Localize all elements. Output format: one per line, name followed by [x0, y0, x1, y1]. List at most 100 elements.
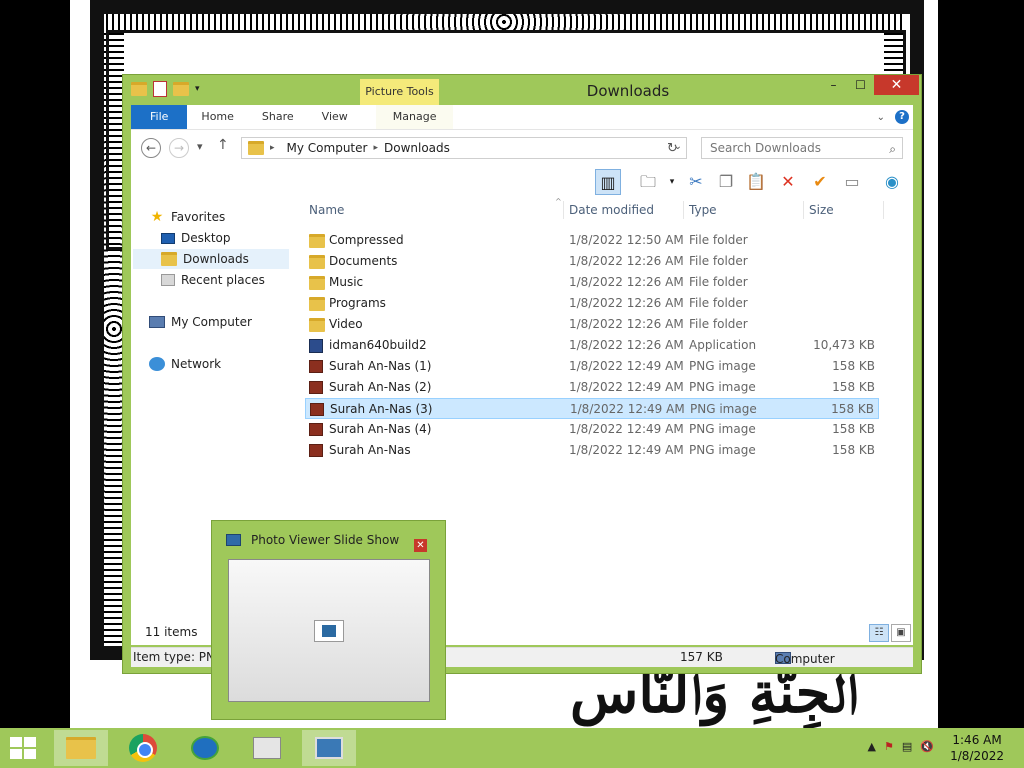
action-center-flag-icon[interactable]: ⚑: [884, 740, 894, 753]
options-chevron-icon[interactable]: ▾: [659, 169, 685, 195]
folder-options-icon[interactable]: 🗀: [635, 169, 661, 195]
recent-locations-chevron-icon[interactable]: ▾: [197, 140, 203, 153]
file-date: 1/8/2022 12:49 AM: [570, 402, 685, 416]
nav-item-favorites[interactable]: ★ Favorites: [149, 207, 226, 227]
recent-places-icon: [161, 274, 175, 286]
close-button[interactable]: ✕: [874, 75, 919, 95]
file-row[interactable]: idman640build2 1/8/2022 12:26 AM Applicati…: [305, 335, 879, 356]
help-icon[interactable]: ?: [895, 110, 909, 124]
file-row[interactable]: Programs 1/8/2022 12:26 AM File folder: [305, 293, 879, 314]
nav-label: Favorites: [171, 210, 226, 224]
large-icons-view-icon[interactable]: ▣: [891, 624, 911, 642]
cut-icon[interactable]: ✂: [683, 169, 709, 195]
tab-home[interactable]: Home: [187, 105, 247, 129]
tab-share[interactable]: Share: [248, 105, 308, 129]
nav-item-my-computer[interactable]: My Computer: [149, 312, 252, 332]
file-type: PNG image: [689, 380, 756, 394]
search-input[interactable]: Search Downloads ⌕: [701, 137, 903, 159]
up-arrow-icon[interactable]: ↑: [217, 137, 229, 153]
breadcrumb-my-computer[interactable]: My Computer: [281, 141, 374, 155]
application-icon: [309, 339, 323, 356]
volume-muted-icon[interactable]: 🔇: [920, 740, 934, 753]
column-header-date[interactable]: Date modified: [569, 203, 654, 217]
forward-button[interactable]: →: [169, 138, 189, 158]
file-size: 158 KB: [831, 402, 874, 416]
nav-item-desktop[interactable]: Desktop: [161, 228, 231, 248]
column-divider[interactable]: [883, 201, 884, 219]
file-type: PNG image: [689, 443, 756, 457]
file-row[interactable]: Surah An-Nas (3) 1/8/2022 12:49 AM PNG ima…: [305, 398, 879, 419]
details-view-icon[interactable]: ☷: [869, 624, 889, 642]
file-row[interactable]: Documents 1/8/2022 12:26 AM File folder: [305, 251, 879, 272]
delete-icon[interactable]: ✕: [775, 169, 801, 195]
search-placeholder: Search Downloads: [710, 141, 821, 155]
search-icon[interactable]: ⌕: [889, 139, 896, 159]
breadcrumb-downloads[interactable]: Downloads: [378, 141, 456, 155]
address-field[interactable]: ▸ My Computer ▸ Downloads ⌄: [241, 137, 687, 159]
checkmark-icon[interactable]: ✔: [807, 169, 833, 195]
file-date: 1/8/2022 12:49 AM: [569, 359, 684, 373]
desktop-icon: [161, 232, 175, 244]
column-divider[interactable]: [563, 201, 564, 219]
expand-ribbon-chevron-icon[interactable]: ⌄: [877, 112, 885, 123]
show-hidden-icons-icon[interactable]: ▲: [868, 740, 876, 753]
nav-item-downloads[interactable]: Downloads: [133, 249, 289, 269]
file-explorer-icon: [66, 737, 96, 759]
file-row[interactable]: Compressed 1/8/2022 12:50 AM File folder: [305, 230, 879, 251]
column-header-type[interactable]: Type: [689, 203, 717, 217]
photo-viewer-close-button[interactable]: ✕: [414, 539, 427, 552]
taskbar-download-manager[interactable]: [178, 730, 232, 766]
file-name: Compressed: [329, 233, 404, 247]
taskbar-photo-viewer[interactable]: [302, 730, 356, 766]
network-status-icon[interactable]: ▤: [902, 740, 912, 753]
photo-viewer-title-bar[interactable]: Photo Viewer Slide Show: [226, 533, 399, 547]
rename-icon[interactable]: ▭: [839, 169, 865, 195]
image-icon: [226, 534, 241, 546]
title-bar[interactable]: ▾ Picture Tools Downloads – ☐ ✕: [123, 75, 921, 105]
copy-icon[interactable]: ❐: [713, 169, 739, 195]
globe-icon[interactable]: ◉: [879, 169, 905, 195]
nav-label: My Computer: [171, 315, 252, 329]
start-button[interactable]: [10, 737, 38, 759]
column-header-size[interactable]: Size: [809, 203, 834, 217]
file-name: Surah An-Nas (4): [329, 422, 432, 436]
file-row[interactable]: Surah An-Nas 1/8/2022 12:49 AM PNG image 15…: [305, 440, 879, 461]
png-image-icon: [309, 381, 323, 397]
file-type: PNG image: [689, 359, 756, 373]
column-divider[interactable]: [683, 201, 684, 219]
taskbar-chrome[interactable]: [116, 730, 170, 766]
file-row[interactable]: Surah An-Nas (1) 1/8/2022 12:49 AM PNG ima…: [305, 356, 879, 377]
network-icon: [149, 357, 165, 371]
paste-icon[interactable]: 📋: [743, 169, 769, 195]
nav-item-network[interactable]: Network: [149, 354, 221, 374]
back-button[interactable]: ←: [141, 138, 161, 158]
taskbar-file-explorer[interactable]: [54, 730, 108, 766]
column-divider[interactable]: [803, 201, 804, 219]
minimize-button[interactable]: –: [820, 75, 847, 95]
photo-viewer-icon: [315, 737, 343, 759]
column-header-name[interactable]: Name: [309, 203, 344, 217]
computer-icon: [149, 316, 165, 328]
tab-file[interactable]: File: [131, 105, 188, 129]
png-image-icon: [309, 444, 323, 460]
taskbar-photo-app[interactable]: [240, 730, 294, 766]
file-row[interactable]: Music 1/8/2022 12:26 AM File folder: [305, 272, 879, 293]
tab-view[interactable]: View: [308, 105, 362, 129]
file-name: Documents: [329, 254, 398, 268]
refresh-icon[interactable]: ↻: [667, 141, 678, 156]
photo-viewer-window[interactable]: Photo Viewer Slide Show ✕: [211, 520, 446, 720]
file-date: 1/8/2022 12:49 AM: [569, 380, 684, 394]
preview-pane-icon[interactable]: ▥: [595, 169, 621, 195]
clock[interactable]: 1:46 AM 1/8/2022: [950, 732, 1004, 764]
maximize-button[interactable]: ☐: [847, 75, 874, 95]
file-row[interactable]: Surah An-Nas (2) 1/8/2022 12:49 AM PNG ima…: [305, 377, 879, 398]
breadcrumb-chevron-icon[interactable]: ▸: [264, 143, 281, 153]
png-image-icon: [310, 403, 324, 419]
tab-manage[interactable]: Manage: [375, 105, 454, 129]
file-name: Programs: [329, 296, 386, 310]
nav-item-recent-places[interactable]: Recent places: [161, 270, 265, 290]
file-row[interactable]: Surah An-Nas (4) 1/8/2022 12:49 AM PNG ima…: [305, 419, 879, 440]
file-row[interactable]: Video 1/8/2022 12:26 AM File folder: [305, 314, 879, 335]
png-image-icon: [309, 423, 323, 439]
nav-label: Downloads: [183, 252, 249, 266]
